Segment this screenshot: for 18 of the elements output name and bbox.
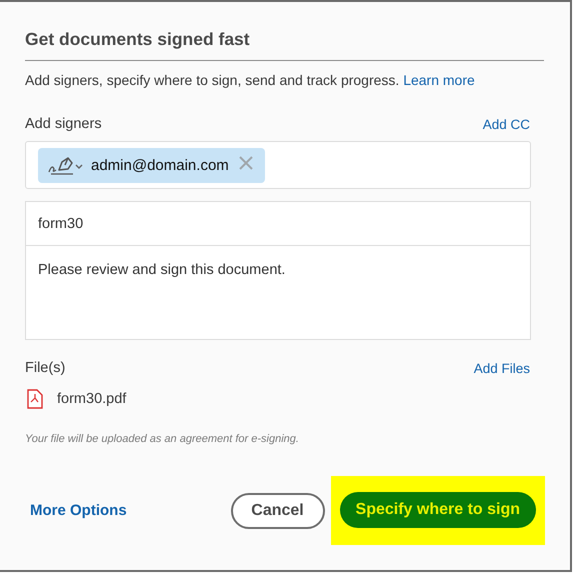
file-name: form30.pdf: [57, 391, 126, 407]
files-label: File(s): [25, 360, 66, 376]
add-files-link[interactable]: Add Files: [474, 361, 530, 376]
add-cc-link[interactable]: Add CC: [482, 117, 530, 132]
learn-more-link[interactable]: Learn more: [403, 72, 475, 88]
cancel-button[interactable]: Cancel: [230, 492, 325, 528]
pdf-file-icon: [27, 389, 43, 409]
agreement-name-field[interactable]: form30: [25, 201, 531, 245]
field-label: Add signers: [25, 116, 102, 132]
more-options-link[interactable]: More Options: [30, 502, 127, 519]
description-text: Add signers, specify where to sign, send and track progress. Learn more: [25, 71, 476, 89]
message-field[interactable]: Please review and sign this document.: [25, 245, 531, 340]
signers-field[interactable]: admin@domain.com: [25, 141, 531, 189]
specify-where-to-sign-button[interactable]: Specify where to sign: [340, 492, 536, 528]
signer-email: admin@domain.com: [91, 156, 229, 174]
upload-note: Your file will be uploaded as an agreement for e-signing.: [25, 433, 300, 445]
signer-chip[interactable]: admin@domain.com: [38, 148, 265, 182]
dialog-title: Get documents signed fast: [25, 29, 251, 49]
